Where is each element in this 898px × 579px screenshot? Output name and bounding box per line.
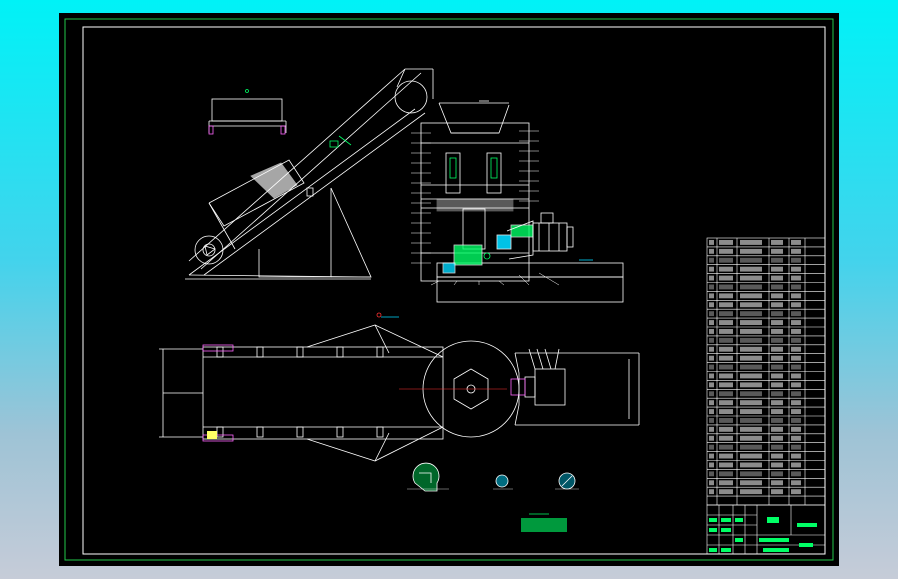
- plan-view: [159, 312, 640, 462]
- detail-sections: [407, 462, 579, 532]
- tail-pulley: [194, 235, 224, 265]
- outer-frame: [64, 18, 834, 561]
- parts-list: [706, 237, 826, 506]
- cad-drawing: [64, 18, 834, 561]
- detail-b: [495, 474, 509, 488]
- technical-notes: [521, 518, 567, 532]
- side-view-crusher: [411, 100, 624, 303]
- title-block: [706, 504, 826, 555]
- plan-conveyor: [202, 346, 444, 440]
- drawing-sheet: [59, 13, 839, 566]
- head-pulley: [394, 80, 428, 114]
- side-view-conveyor: [185, 68, 434, 280]
- hopper-sketch: [211, 98, 283, 122]
- motor-side: [532, 222, 568, 252]
- detail-a: [412, 462, 440, 492]
- plan-motor: [534, 368, 566, 406]
